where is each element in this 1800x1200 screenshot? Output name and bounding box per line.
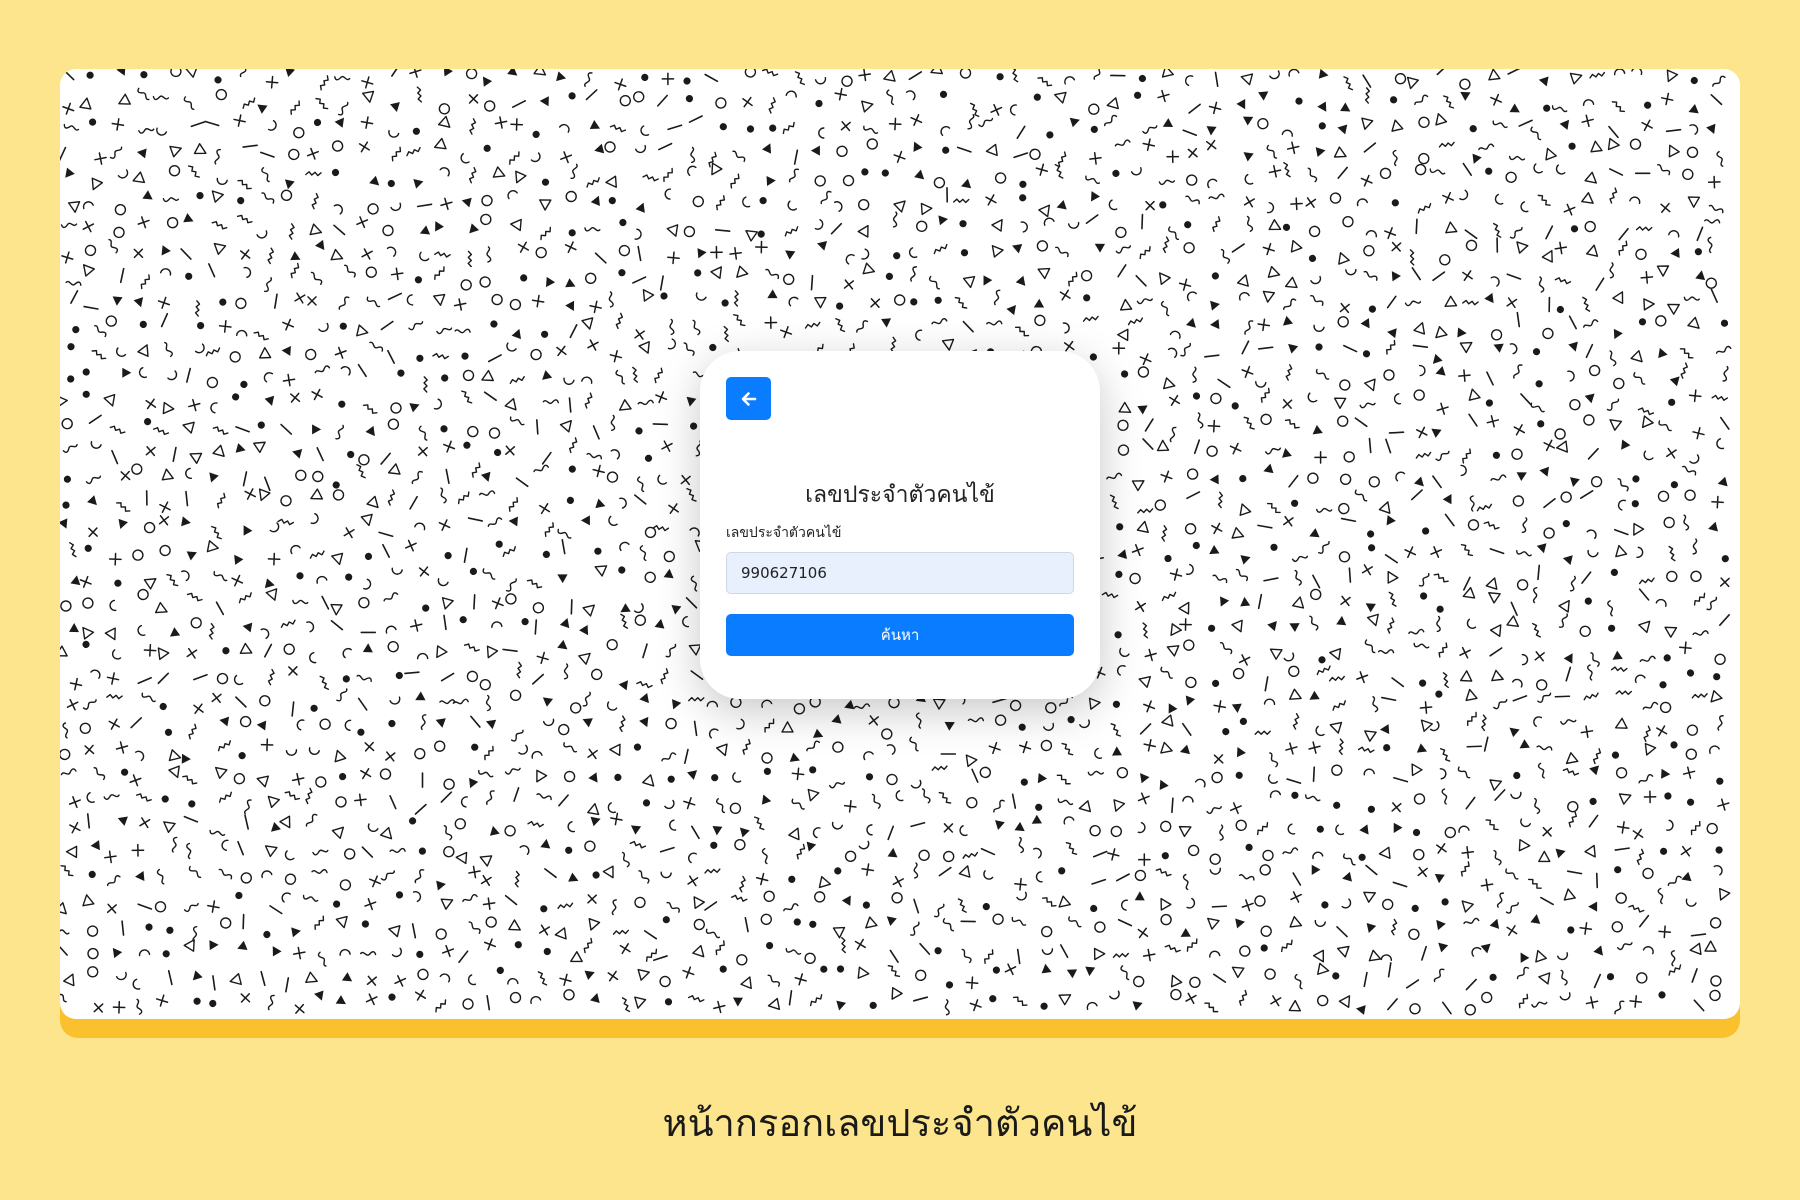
arrow-left-icon — [741, 391, 756, 406]
card-title: เลขประจำตัวคนไข้ — [805, 482, 995, 508]
back-button[interactable] — [726, 377, 771, 420]
screenshot-frame: เลขประจำตัวคนไข้ เลขประจำตัวคนไข้ ค้นหา — [60, 69, 1740, 1019]
page-caption: หน้ากรอกเลขประจำตัวคนไข้ — [662, 1101, 1138, 1145]
patient-id-card: เลขประจำตัวคนไข้ เลขประจำตัวคนไข้ ค้นหา — [700, 351, 1100, 699]
patient-id-input[interactable] — [726, 552, 1074, 594]
search-button[interactable]: ค้นหา — [726, 614, 1074, 656]
patient-id-label: เลขประจำตัวคนไข้ — [726, 525, 842, 541]
